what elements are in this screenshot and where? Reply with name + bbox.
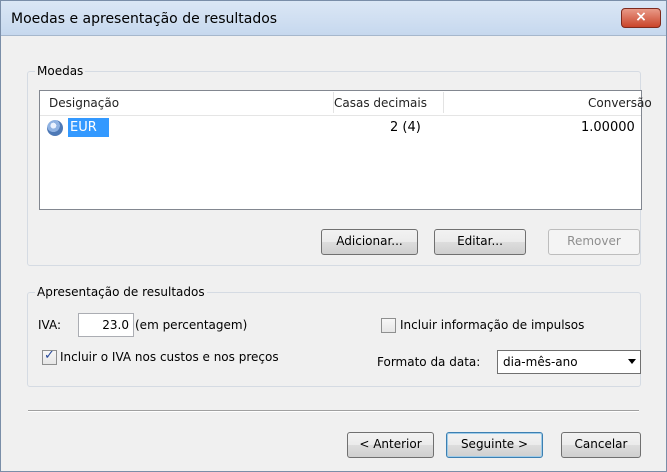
- currency-list[interactable]: Designação Casas decimais Conversão EUR …: [39, 90, 652, 210]
- title-bar[interactable]: Moedas e apresentação de resultados ×: [1, 1, 666, 36]
- impulsos-checkbox[interactable]: [381, 318, 396, 333]
- window-title: Moedas e apresentação de resultados: [11, 11, 278, 27]
- currency-name: EUR: [68, 118, 109, 137]
- add-button[interactable]: Adicionar...: [321, 229, 418, 255]
- next-button[interactable]: Seguinte >: [446, 432, 543, 458]
- checkmark-icon: ✓: [44, 348, 55, 363]
- date-format-label: Formato da data:: [377, 355, 481, 369]
- column-casas-decimais[interactable]: Casas decimais: [334, 96, 427, 110]
- column-designacao[interactable]: Designação: [49, 96, 119, 110]
- separator-line: [28, 410, 639, 412]
- conversion-rate: 1.00000: [581, 120, 635, 135]
- coin-icon: [47, 120, 63, 136]
- list-header: Designação Casas decimais Conversão: [40, 91, 652, 116]
- include-iva-label: Incluir o IVA nos custos e nos preços: [60, 350, 279, 364]
- column-conversao[interactable]: Conversão: [588, 96, 652, 110]
- edit-button[interactable]: Editar...: [434, 229, 526, 255]
- include-iva-checkbox[interactable]: ✓: [42, 348, 57, 365]
- dialog-window: Moedas e apresentação de resultados × Mo…: [0, 0, 667, 472]
- decimal-places: 2 (4): [390, 120, 421, 135]
- iva-label: IVA:: [38, 318, 62, 332]
- column-separator: [443, 92, 444, 113]
- table-row[interactable]: EUR 2 (4) 1.00000: [40, 117, 641, 137]
- close-button[interactable]: ×: [621, 8, 661, 28]
- impulsos-label: Incluir informação de impulsos: [400, 318, 585, 332]
- back-button[interactable]: < Anterior: [347, 432, 434, 458]
- apresentacao-legend: Apresentação de resultados: [37, 285, 205, 299]
- date-format-value: dia-mês-ano: [503, 355, 578, 369]
- chevron-down-icon: [628, 359, 636, 364]
- cancel-button[interactable]: Cancelar: [561, 432, 641, 458]
- iva-input[interactable]: 23.0: [78, 313, 134, 337]
- remove-button[interactable]: Remover: [548, 229, 640, 255]
- date-format-select[interactable]: dia-mês-ano: [497, 350, 641, 374]
- iva-unit-label: (em percentagem): [135, 318, 248, 332]
- moedas-legend: Moedas: [37, 64, 84, 78]
